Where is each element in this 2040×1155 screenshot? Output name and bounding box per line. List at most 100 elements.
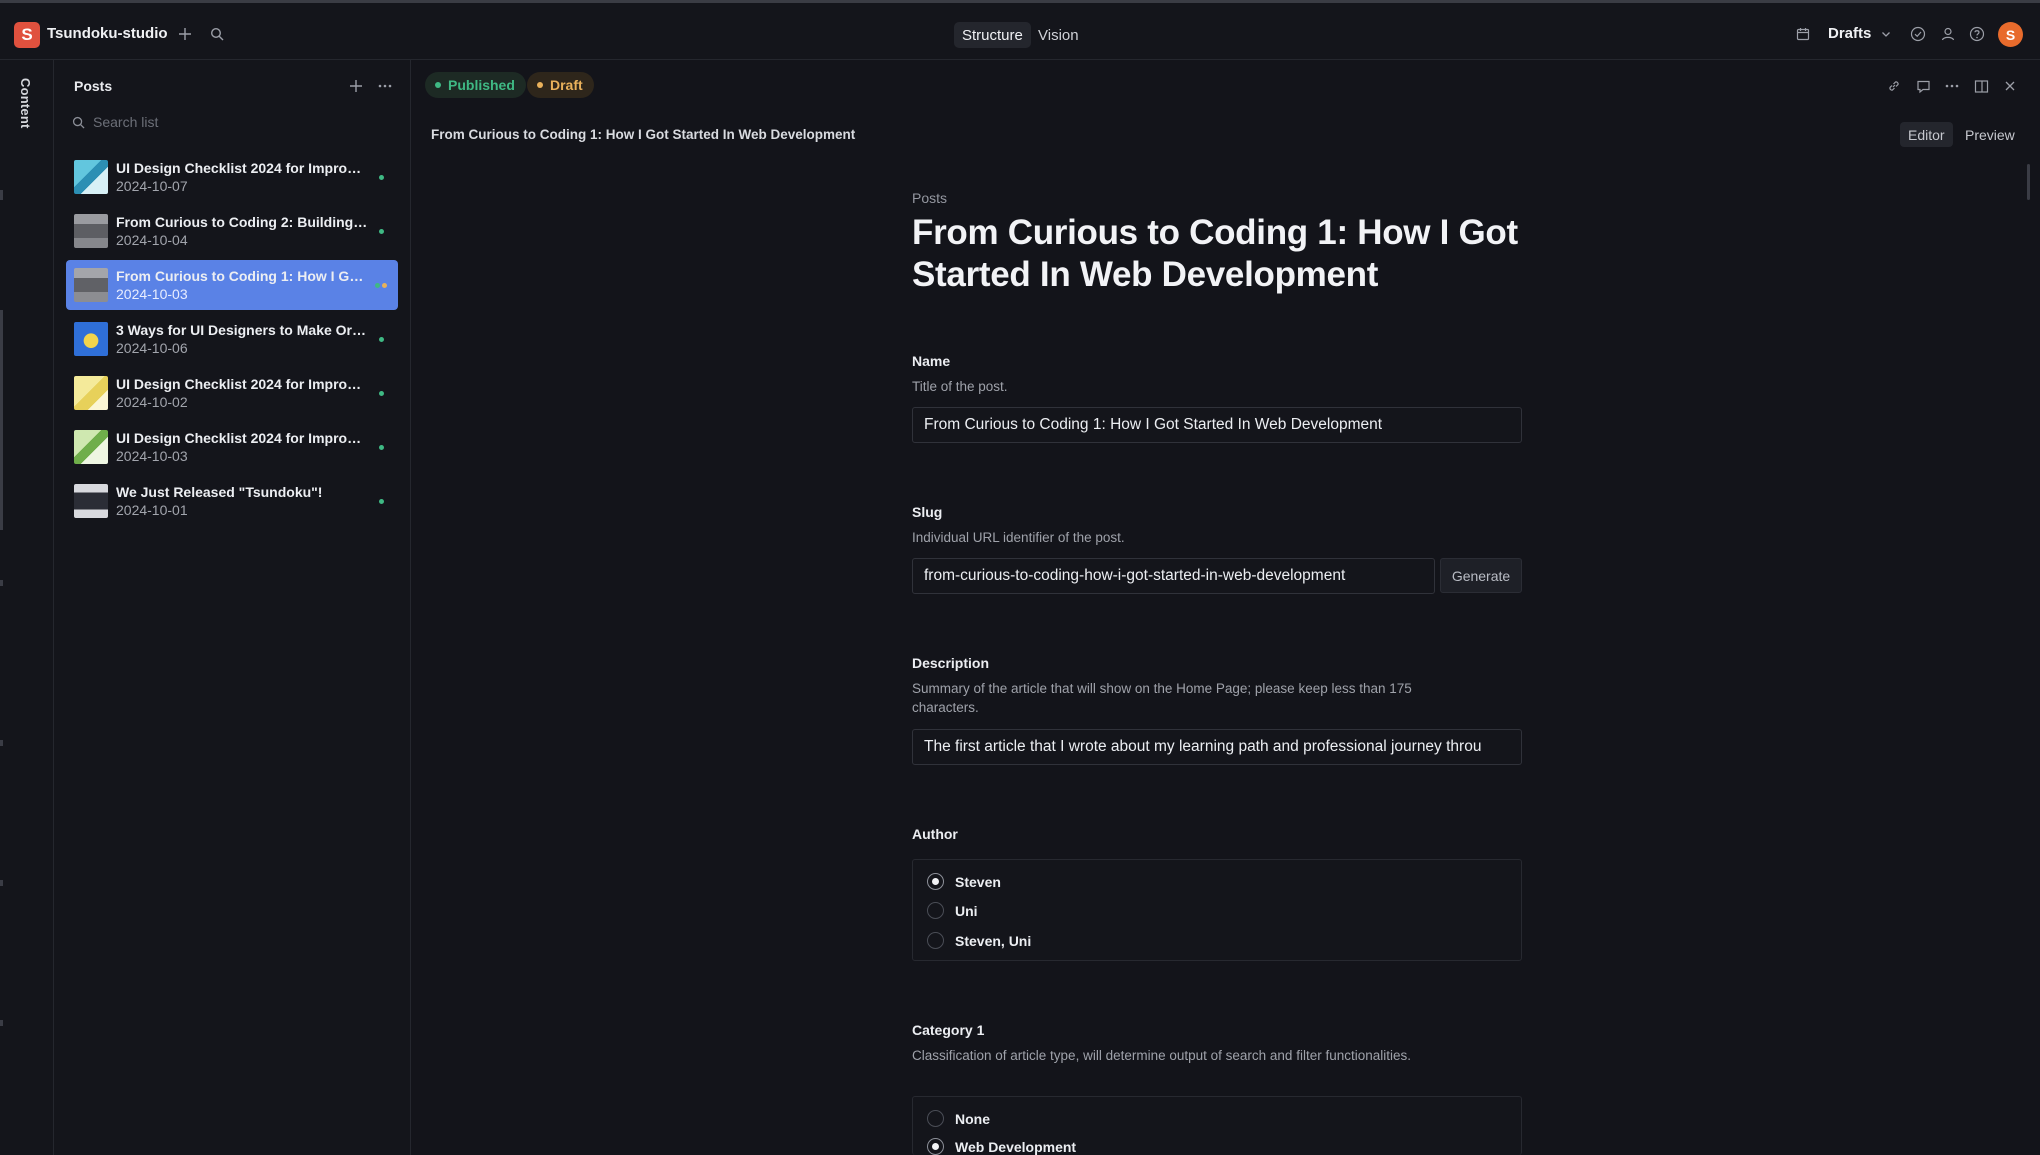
more-options-icon[interactable] <box>1941 75 1963 97</box>
radio-button[interactable] <box>927 873 944 890</box>
post-date: 2024-10-07 <box>116 178 188 194</box>
studio-name[interactable]: Tsundoku-studio <box>47 25 168 42</box>
status-dot <box>435 82 441 88</box>
radio-label: Uni <box>955 902 978 919</box>
studio-logo[interactable]: S <box>14 22 40 48</box>
field-description-slug: Individual URL identifier of the post. <box>912 530 1125 545</box>
users-icon[interactable] <box>1937 23 1959 45</box>
draft-badge[interactable]: Draft <box>527 72 594 98</box>
field-description-category-1: Classification of article type, will det… <box>912 1048 1411 1063</box>
post-title: From Curious to Coding 2: Building a ... <box>116 214 368 230</box>
radio-option-steven[interactable]: Steven <box>927 873 1001 890</box>
author-radio-group: Steven Uni Steven, Uni <box>912 859 1522 961</box>
document-breadcrumb: From Curious to Coding 1: How I Got Star… <box>431 127 856 142</box>
post-date: 2024-10-04 <box>116 232 188 248</box>
help-icon[interactable] <box>1966 23 1988 45</box>
new-document-icon[interactable] <box>174 23 196 45</box>
radio-label: None <box>955 1110 990 1127</box>
status-dot <box>537 82 543 88</box>
post-title: From Curious to Coding 1: How I Got ... <box>116 268 368 284</box>
post-title: UI Design Checklist 2024 for Improvin... <box>116 376 368 392</box>
chevron-down-icon[interactable] <box>1876 23 1896 45</box>
avatar[interactable]: S <box>1998 22 2023 47</box>
list-item[interactable]: UI Design Checklist 2024 for Improvin...… <box>66 152 398 202</box>
rail-marker <box>0 310 3 530</box>
published-badge[interactable]: Published <box>425 72 526 98</box>
tab-structure[interactable]: Structure <box>954 22 1031 48</box>
split-pane-icon[interactable] <box>1970 75 1992 97</box>
post-date: 2024-10-03 <box>116 286 188 302</box>
list-item[interactable]: From Curious to Coding 2: Building a ...… <box>66 206 398 256</box>
radio-button[interactable] <box>927 1138 944 1155</box>
name-field[interactable] <box>912 407 1522 443</box>
panel-title: Posts <box>74 78 113 94</box>
rail-content-tab[interactable]: Content <box>18 78 33 129</box>
post-title: UI Design Checklist 2024 for Improvin... <box>116 160 368 176</box>
radio-option-none[interactable]: None <box>927 1110 990 1127</box>
tab-editor[interactable]: Editor <box>1900 122 1953 147</box>
radio-option-uni[interactable]: Uni <box>927 902 978 919</box>
post-thumbnail <box>74 376 108 410</box>
posts-panel: Posts UI Design Checklist 2024 for Impro… <box>54 60 411 1155</box>
field-label-description: Description <box>912 655 990 671</box>
search-icon[interactable] <box>206 23 228 45</box>
radio-button[interactable] <box>927 932 944 949</box>
field-label-category-1: Category 1 <box>912 1022 985 1038</box>
perspective-selector[interactable]: Drafts <box>1828 25 1871 42</box>
published-status-dot <box>379 229 384 234</box>
tab-preview[interactable]: Preview <box>1957 122 2023 147</box>
post-date: 2024-10-03 <box>116 448 188 464</box>
published-status-dot <box>379 499 384 504</box>
link-icon[interactable] <box>1883 75 1905 97</box>
post-thumbnail <box>74 322 108 356</box>
field-description-description: Summary of the article that will show on… <box>912 681 1412 715</box>
list-item[interactable]: 3 Ways for UI Designers to Make Origi...… <box>66 314 398 364</box>
radio-label: Steven <box>955 873 1001 890</box>
published-status-dot <box>379 175 384 180</box>
field-label-author: Author <box>912 826 958 842</box>
post-date: 2024-10-06 <box>116 340 188 356</box>
calendar-icon[interactable] <box>1793 23 1813 45</box>
generate-button[interactable]: Generate <box>1440 558 1522 593</box>
post-title: 3 Ways for UI Designers to Make Origi... <box>116 322 368 338</box>
scrollbar[interactable] <box>2027 164 2030 200</box>
published-status-dot <box>379 337 384 342</box>
post-title: UI Design Checklist 2024 for Improvin... <box>116 430 368 446</box>
field-label-slug: Slug <box>912 504 943 520</box>
slug-field[interactable] <box>912 558 1435 594</box>
rail-marker <box>0 740 3 746</box>
radio-option-steven-uni[interactable]: Steven, Uni <box>927 932 1031 949</box>
post-thumbnail <box>74 484 108 518</box>
list-item[interactable]: UI Design Checklist 2024 for Improvin...… <box>66 368 398 418</box>
comment-icon[interactable] <box>1912 75 1934 97</box>
published-status-dot <box>379 445 384 450</box>
more-options-icon[interactable] <box>374 75 396 97</box>
list-item[interactable]: UI Design Checklist 2024 for Improvin...… <box>66 422 398 472</box>
radio-button[interactable] <box>927 902 944 919</box>
search-icon <box>72 116 85 129</box>
post-thumbnail <box>74 160 108 194</box>
post-date: 2024-10-01 <box>116 502 188 518</box>
rail-marker <box>0 880 3 886</box>
field-description-name: Title of the post. <box>912 379 1008 394</box>
radio-option-web-development[interactable]: Web Development <box>927 1138 1076 1155</box>
radio-label: Web Development <box>955 1138 1077 1155</box>
tab-vision[interactable]: Vision <box>1030 22 1087 48</box>
check-circle-icon[interactable] <box>1907 23 1929 45</box>
list-item-selected[interactable]: From Curious to Coding 1: How I Got ... 2… <box>66 260 398 310</box>
rail-marker <box>0 1020 3 1026</box>
search-list <box>72 110 392 134</box>
draft-label: Draft <box>550 77 583 93</box>
published-status-dot <box>379 391 384 396</box>
rail-marker <box>0 580 3 586</box>
add-post-icon[interactable] <box>345 75 367 97</box>
field-label-name: Name <box>912 353 951 369</box>
search-input[interactable] <box>93 114 373 130</box>
published-label: Published <box>448 77 515 93</box>
category-radio-group: None Web Development <box>912 1096 1522 1155</box>
close-icon[interactable] <box>1999 75 2021 97</box>
page-title: From Curious to Coding 1: How I Got Star… <box>912 213 1518 294</box>
description-field[interactable] <box>912 729 1522 765</box>
radio-button[interactable] <box>927 1110 944 1127</box>
list-item[interactable]: We Just Released "Tsundoku"! 2024-10-01 <box>66 476 398 526</box>
